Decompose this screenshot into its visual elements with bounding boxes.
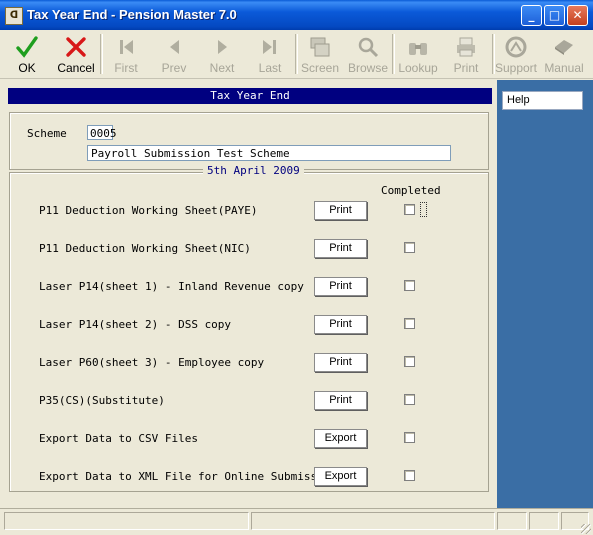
- last-record-icon: [263, 40, 276, 54]
- browse-button[interactable]: Browse: [345, 32, 391, 76]
- app-icon: ᗡ: [5, 7, 23, 25]
- task-label-p35: P35(CS)(Substitute): [39, 394, 165, 407]
- toolbar: OK Cancel First Prev Next Last Screen Br…: [0, 30, 593, 79]
- status-bar: [0, 508, 593, 535]
- screen-label: Screen: [300, 61, 340, 75]
- first-label: First: [114, 61, 138, 75]
- first-button[interactable]: First: [103, 32, 149, 76]
- panel-heading: Tax Year End: [8, 88, 492, 104]
- checkmark-icon: [16, 36, 38, 58]
- magnifier-icon: [358, 37, 379, 58]
- browse-label: Browse: [347, 61, 388, 75]
- last-button[interactable]: Last: [247, 32, 293, 76]
- ok-label: OK: [18, 61, 36, 75]
- completed-checkbox-csv-export[interactable]: [404, 432, 415, 443]
- completed-checkbox-p11-nic[interactable]: [404, 242, 415, 253]
- resize-grip[interactable]: [581, 524, 591, 534]
- focus-indicator: [420, 202, 427, 217]
- support-icon: [505, 36, 527, 58]
- status-pane: [4, 512, 249, 530]
- completed-checkbox-p60[interactable]: [404, 356, 415, 367]
- task-label-p11-nic: P11 Deduction Working Sheet(NIC): [39, 242, 251, 255]
- maximize-button[interactable]: □: [544, 5, 565, 26]
- completed-checkbox-p14-sheet1[interactable]: [404, 280, 415, 291]
- cross-icon: [66, 37, 86, 57]
- main-panel: Tax Year End Scheme 0005 Payroll Submiss…: [3, 80, 496, 508]
- lookup-button[interactable]: Lookup: [395, 32, 441, 76]
- completed-checkbox-p11-paye[interactable]: [404, 204, 415, 215]
- prev-label: Prev: [161, 61, 187, 75]
- export-csv-button[interactable]: Export: [314, 429, 367, 448]
- support-label: Support: [494, 61, 538, 75]
- task-label-p14-sheet2: Laser P14(sheet 2) - DSS copy: [39, 318, 232, 331]
- task-label-xml-export: Export Data to XML File for Online Submi…: [39, 470, 338, 483]
- completed-checkbox-p14-sheet2[interactable]: [404, 318, 415, 329]
- print-p14-sheet2-button[interactable]: Print: [314, 315, 367, 334]
- cancel-button[interactable]: Cancel: [53, 32, 99, 76]
- status-pane: [497, 512, 527, 530]
- status-pane: [529, 512, 559, 530]
- title-bar[interactable]: ᗡ Tax Year End - Pension Master 7.0 _ □ …: [0, 0, 593, 30]
- task-label-p14-sheet1: Laser P14(sheet 1) - Inland Revenue copy: [39, 280, 304, 293]
- binoculars-icon: [409, 43, 427, 55]
- next-label: Next: [209, 61, 235, 75]
- close-button[interactable]: ✕: [567, 5, 588, 26]
- ok-button[interactable]: OK: [4, 32, 50, 76]
- previous-record-icon: [170, 40, 179, 54]
- cancel-label: Cancel: [57, 61, 95, 75]
- help-link[interactable]: Help: [502, 91, 583, 110]
- lookup-label: Lookup: [398, 61, 438, 75]
- tax-year-end-window: ᗡ Tax Year End - Pension Master 7.0 _ □ …: [0, 0, 593, 535]
- screen-button[interactable]: Screen: [297, 32, 343, 76]
- print-p35-button[interactable]: Print: [314, 391, 367, 410]
- printer-icon: [457, 37, 475, 57]
- export-xml-button[interactable]: Export: [314, 467, 367, 486]
- print-label: Print: [453, 61, 479, 75]
- scheme-code-field[interactable]: 0005: [87, 125, 117, 140]
- manual-label: Manual: [544, 61, 584, 75]
- scheme-name-field[interactable]: Payroll Submission Test Scheme: [87, 145, 451, 161]
- support-button[interactable]: Support: [493, 32, 539, 76]
- completed-checkbox-xml-export[interactable]: [404, 470, 415, 481]
- tax-year-date: 5th April 2009: [203, 164, 304, 177]
- print-p11-nic-button[interactable]: Print: [314, 239, 367, 258]
- next-record-icon: [218, 40, 227, 54]
- scheme-label: Scheme: [27, 127, 67, 140]
- print-toolbar-button[interactable]: Print: [443, 32, 489, 76]
- print-p14-sheet1-button[interactable]: Print: [314, 277, 367, 296]
- status-pane: [251, 512, 495, 530]
- prev-button[interactable]: Prev: [151, 32, 197, 76]
- completed-header: Completed: [381, 184, 441, 197]
- task-label-p11-paye: P11 Deduction Working Sheet(PAYE): [39, 204, 258, 217]
- completed-checkbox-p35[interactable]: [404, 394, 415, 405]
- task-label-csv-export: Export Data to CSV Files: [39, 432, 198, 445]
- minimize-button[interactable]: _: [521, 5, 542, 26]
- screen-icon: [310, 37, 330, 57]
- manual-button[interactable]: Manual: [541, 32, 587, 76]
- window-title: Tax Year End - Pension Master 7.0: [27, 7, 237, 22]
- print-p60-button[interactable]: Print: [314, 353, 367, 372]
- book-icon: [555, 40, 573, 55]
- task-label-p60: Laser P60(sheet 3) - Employee copy: [39, 356, 265, 369]
- last-label: Last: [258, 61, 282, 75]
- scheme-group: [9, 112, 489, 170]
- print-p11-paye-button[interactable]: Print: [314, 201, 367, 220]
- first-record-icon: [120, 40, 133, 54]
- help-side-panel: Help: [497, 80, 593, 508]
- next-button[interactable]: Next: [199, 32, 245, 76]
